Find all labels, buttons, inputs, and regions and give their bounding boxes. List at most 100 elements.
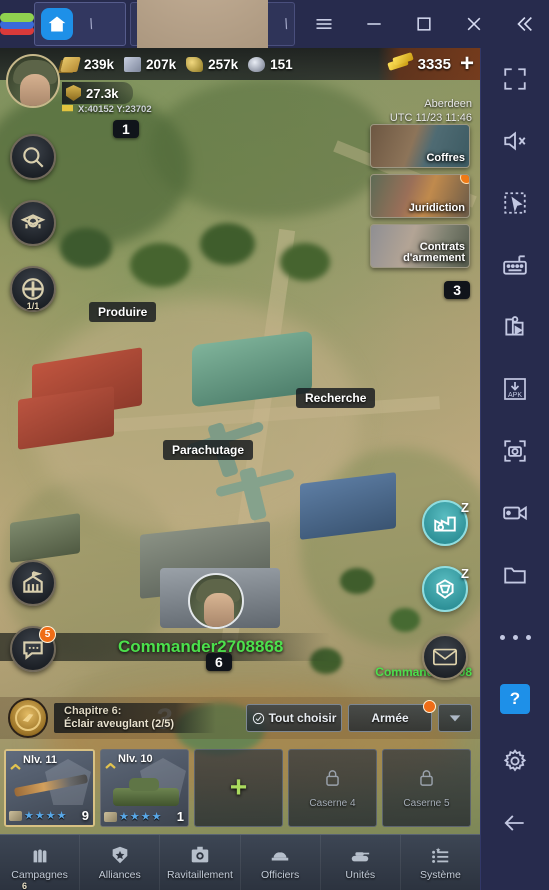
sidebar-help[interactable]: ? <box>481 668 549 730</box>
tank-icon <box>352 852 370 862</box>
army-label: Armée <box>371 711 409 725</box>
more-dots-icon <box>499 634 505 640</box>
tab-game[interactable]: \ <box>130 0 295 493</box>
card-tank-stars: ★ ★ ★ ★ <box>104 810 163 823</box>
commander-face <box>204 593 234 627</box>
nav-units[interactable]: Unités <box>321 835 401 890</box>
workshop-idle-badge: Z <box>461 500 469 515</box>
nav-system-label: Système <box>420 869 461 881</box>
expand-button[interactable] <box>438 704 472 732</box>
gem-icon <box>248 56 266 72</box>
aircraft-icon <box>22 278 44 300</box>
sidebar-more[interactable] <box>481 606 549 668</box>
list-icon <box>432 847 449 863</box>
quest-text[interactable]: Chapitre 6: Éclair aveuglant (2/5) <box>54 702 217 734</box>
event-card-arms-contracts[interactable]: Contrats d'armement <box>370 224 470 268</box>
nav-campaigns-label: Campagnes <box>11 869 68 881</box>
resource-bar: 239k 207k 257k 151 3335 + <box>0 48 480 80</box>
nav-officers[interactable]: Officiers <box>241 835 321 890</box>
card-tank-qty: 1 <box>176 809 184 824</box>
map-label-parachute[interactable]: Parachutage <box>163 440 254 460</box>
event-card-jurisdiction[interactable]: Juridiction <box>370 174 470 218</box>
keyboard-icon <box>503 255 527 275</box>
sidebar-multi-select[interactable] <box>481 172 549 234</box>
food-icon <box>60 56 81 72</box>
map-label-research[interactable]: Recherche <box>296 388 376 408</box>
card-barracks-5[interactable]: Caserne 5 <box>382 749 471 827</box>
collapse-icon[interactable] <box>499 0 549 48</box>
event-card-chests[interactable]: Coffres <box>370 124 470 168</box>
sidebar-back[interactable] <box>481 792 549 854</box>
army-notification-dot <box>423 700 436 713</box>
card-barracks-5-label: Caserne 5 <box>403 798 450 809</box>
card-barracks-4[interactable]: Caserne 4 <box>288 749 377 827</box>
card-add-slot[interactable]: + <box>194 749 283 827</box>
card-type-icon <box>104 811 117 822</box>
resource-steel[interactable]: 207k <box>124 56 177 72</box>
oil-value: 257k <box>208 56 239 72</box>
bottom-navigation: Campagnes Alliances Ravitaillement Offic… <box>0 834 480 890</box>
search-button[interactable] <box>10 134 56 180</box>
maximize-icon[interactable] <box>399 0 449 48</box>
choose-all-button[interactable]: Tout choisir <box>246 704 342 732</box>
quest-medal-icon[interactable] <box>8 698 48 738</box>
map-marker-1[interactable]: 1 <box>113 120 139 138</box>
steel-value: 207k <box>146 56 177 72</box>
map-marker-6[interactable]: 6 <box>206 653 232 671</box>
card-rifle[interactable]: Nlv. 11 ★ ★ ★ ★ 9 <box>4 749 95 827</box>
resource-oil[interactable]: 257k <box>186 56 239 72</box>
gold-add-button[interactable]: + <box>460 52 474 76</box>
aircraft-button[interactable]: 1/1 <box>10 266 56 312</box>
close-icon[interactable] <box>449 0 499 48</box>
mute-icon <box>504 131 526 151</box>
commander-avatar[interactable] <box>188 573 244 629</box>
aircraft-count: 1/1 <box>26 301 40 311</box>
hamburger-menu-icon[interactable] <box>299 0 349 48</box>
sidebar-settings[interactable] <box>481 730 549 792</box>
nav-campaigns[interactable]: Campagnes <box>0 835 81 890</box>
screenshot-icon <box>504 440 526 462</box>
power-badge-icon <box>66 85 81 101</box>
tab-home[interactable]: \ <box>34 2 126 46</box>
rank-button[interactable] <box>10 200 56 246</box>
resource-gem[interactable]: 151 <box>248 56 293 72</box>
window-controls <box>299 0 549 48</box>
army-button[interactable]: Armée <box>348 700 436 732</box>
nav-alliances[interactable]: Alliances <box>80 835 161 890</box>
player-coordinates[interactable]: X:40152 Y:23702 <box>62 104 152 115</box>
sidebar-fullscreen[interactable] <box>481 48 549 110</box>
card-tank[interactable]: Nlv. 10 ★ ★ ★ ★ 1 <box>100 749 189 827</box>
nav-system[interactable]: Système <box>401 835 480 890</box>
idle-button[interactable]: Z <box>422 566 469 612</box>
nav-supplies[interactable]: Ravitaillement <box>160 835 241 890</box>
rank-badge-icon <box>20 214 46 229</box>
minimize-icon[interactable] <box>349 0 399 48</box>
card-tank-level: Nlv. 10 <box>118 753 153 765</box>
chat-button[interactable]: 5 <box>10 626 56 672</box>
sidebar-macro[interactable] <box>481 296 549 358</box>
check-circle-icon <box>252 712 264 724</box>
sidebar-install-apk[interactable]: APK <box>481 358 549 420</box>
resource-food[interactable]: 239k <box>60 56 114 72</box>
bluestacks-sidebar: APK ? <box>480 48 549 890</box>
base-button[interactable] <box>10 560 56 606</box>
map-label-produce[interactable]: Produire <box>89 302 157 322</box>
gold-counter[interactable]: 3335 + <box>377 48 480 80</box>
quest-bar: Chapitre 6: Éclair aveuglant (2/5) Tout … <box>0 697 480 739</box>
card-barracks-4-label: Caserne 4 <box>309 798 356 809</box>
lock-icon <box>417 767 436 794</box>
sidebar-media[interactable] <box>481 544 549 606</box>
mail-button[interactable] <box>422 634 468 680</box>
game-viewport[interactable]: 3 239k 207k 257k 151 3335 <box>0 48 480 890</box>
player-avatar[interactable] <box>6 54 60 108</box>
sidebar-record[interactable] <box>481 482 549 544</box>
nav-officers-label: Officiers <box>260 869 300 881</box>
tab-home-close-icon[interactable]: \ <box>87 16 95 33</box>
sidebar-screenshot[interactable] <box>481 420 549 482</box>
tab-game-close-icon[interactable]: \ <box>282 16 290 33</box>
server-time: UTC 11/23 11:46 <box>389 111 472 124</box>
workshop-button[interactable]: Z <box>422 500 469 546</box>
sidebar-mute[interactable] <box>481 110 549 172</box>
nav-supplies-label: Ravitaillement <box>166 869 233 881</box>
sidebar-keymapping[interactable] <box>481 234 549 296</box>
